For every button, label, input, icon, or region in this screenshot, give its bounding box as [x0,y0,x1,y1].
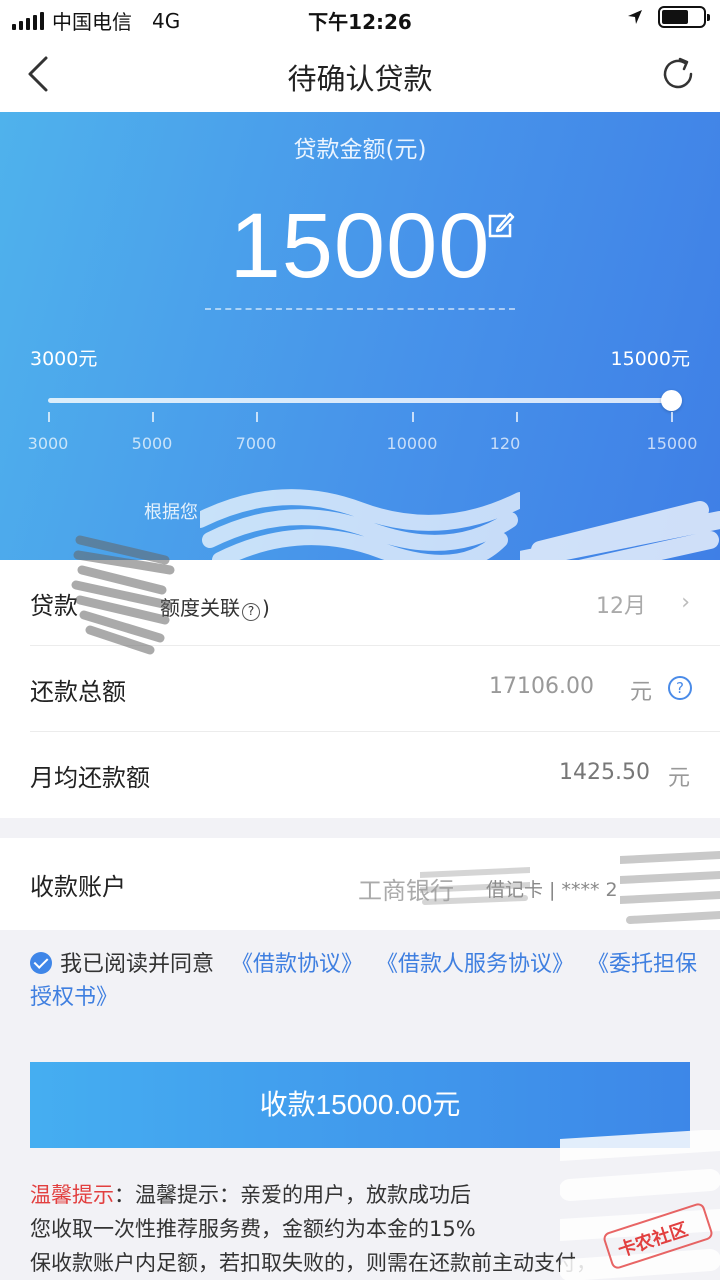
slider-tick-label: 5000 [131,434,173,453]
slider-tick [671,412,673,422]
amount-label: 贷款金额(元) [293,137,427,163]
chevron-right-icon: › [681,590,690,615]
notice-line-3: 保收款账户内足额，若扣取失败的，则需在还款前主动支付， [30,1251,597,1275]
slider-tick-label: 120 [489,434,521,453]
monthly-repay-label: 月均还款额 [30,764,150,792]
term-note: 额度关联?) [160,596,270,621]
term-value: 12月 [596,594,646,619]
slider-max-label: 15000元 [610,348,690,370]
account-card-type: 借记卡 | **** 2 [486,879,618,901]
credit-tip: 根据您 [144,502,198,523]
status-right [626,6,710,28]
total-repay-value: 17106.00 [489,674,594,699]
account-row[interactable]: 收款账户 工商银行 借记卡 | **** 2 [0,841,720,927]
help-icon[interactable]: ? [242,603,260,621]
slider-tick [516,412,518,422]
battery-icon [658,6,710,28]
edit-icon[interactable] [484,210,516,242]
notice-line-1: ：温馨提示：亲爱的用户，放款成功后 [114,1183,471,1207]
term-note-text: 额度关联 [160,596,240,620]
slider-tick [48,412,50,422]
status-bar: 中国电信 4G 下午12:26 [0,0,720,36]
slider-tick [152,412,154,422]
borrower-service-link[interactable]: 《借款人服务协议》 [376,952,574,977]
agreement-prefix: 我已阅读并同意 [60,952,215,977]
slider-tick [256,412,258,422]
amount-underline [205,308,515,310]
account-bank: 工商银行 [358,877,454,905]
question-icon[interactable]: ? [668,676,692,700]
slider-tick-label: 7000 [235,434,277,453]
amount-slider-thumb[interactable] [661,390,682,411]
page-title: 待确认贷款 [287,62,433,96]
slider-tick-label: 15000 [646,434,698,453]
nav-bar: 待确认贷款 [0,36,720,112]
agree-checkbox[interactable] [30,952,52,974]
loan-details-card: 贷款 额度关联?) 12月 › 还款总额 17106.00 元 ? 月均还款额 … [0,560,720,818]
refresh-icon[interactable] [658,54,698,94]
term-row[interactable]: 贷款 额度关联?) 12月 › [0,560,720,646]
amount-slider-track[interactable] [48,398,672,403]
slider-tick-label: 10000 [386,434,438,453]
account-card: 收款账户 工商银行 借记卡 | **** 2 [0,838,720,930]
notice-line-2: 您收取一次性推荐服务费，金额约为本金的15% [30,1217,476,1241]
account-label: 收款账户 [30,873,126,901]
location-icon [628,10,642,24]
slider-min-label: 3000元 [30,348,98,370]
amount-value[interactable]: 15000 [0,194,720,299]
monthly-repay-value: 1425.50 [559,760,650,785]
slider-tick-label: 3000 [27,434,69,453]
agreement-line: 我已阅读并同意 《借款协议》 《借款人服务协议》 《委托担保授权书》 [30,948,700,1014]
loan-agreement-link[interactable]: 《借款协议》 [231,952,363,977]
total-repay-label: 还款总额 [30,678,126,706]
term-label: 贷款 [30,592,78,620]
notice-title: 温馨提示 [30,1183,114,1207]
monthly-repay-row: 月均还款额 1425.50 元 [0,732,720,818]
status-time: 下午12:26 [308,10,412,34]
receive-loan-button[interactable]: 收款15000.00元 [30,1062,690,1148]
slider-tick [412,412,414,422]
loan-amount-panel: 贷款金额(元) 15000 3000元 15000元 3000 5000 700… [0,112,720,560]
monthly-repay-unit: 元 [667,766,690,791]
total-repay-row: 还款总额 17106.00 元 ? [0,646,720,732]
total-repay-unit: 元 [629,680,652,705]
